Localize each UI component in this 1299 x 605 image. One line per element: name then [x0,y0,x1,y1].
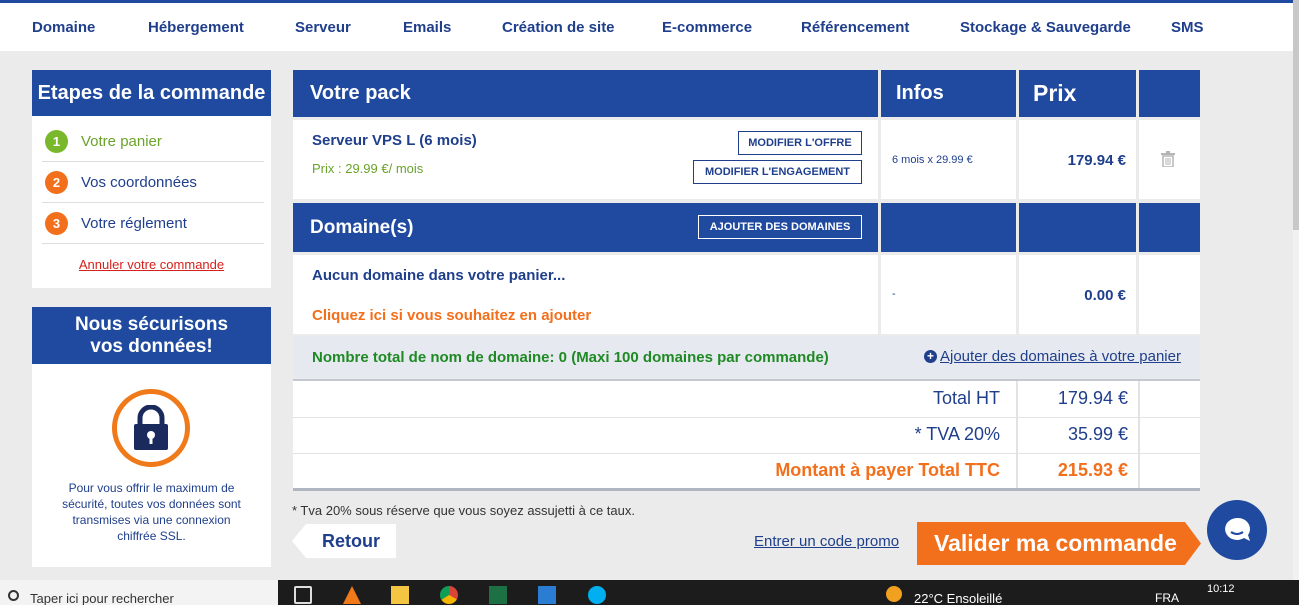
domains-info: - [892,288,896,300]
nav-domaine[interactable]: Domaine [32,19,95,36]
lock-icon [112,389,190,467]
step-payment: 3 Votre réglement [42,204,264,244]
language-indicator[interactable]: FRA [1155,591,1179,605]
trash-icon[interactable] [1161,151,1175,172]
page-scrollbar[interactable] [1293,0,1299,580]
pack-item-cell: Serveur VPS L (6 mois) Prix : 29.99 €/ m… [293,120,878,199]
domains-action-cell [1139,255,1200,334]
nav-serveur[interactable]: Serveur [295,19,351,36]
add-domain-prompt-link[interactable]: Cliquez ici si vous souhaitez en ajouter [312,307,591,324]
vscode-icon[interactable] [538,586,556,604]
top-navigation: Domaine Hébergement Serveur Emails Créat… [0,0,1293,51]
search-icon [8,590,19,601]
step-label: Votre réglement [81,215,187,232]
step-number: 3 [45,212,68,235]
domains-cell: Aucun domaine dans votre panier... Cliqu… [293,255,878,334]
tva-row: * TVA 20% 35.99 € [293,417,1200,453]
nav-referencement[interactable]: Référencement [801,19,909,36]
nav-ecommerce[interactable]: E-commerce [662,19,752,36]
nav-sms[interactable]: SMS [1171,19,1204,36]
domains-header-prix [1019,203,1136,252]
pack-price-line: Prix : 29.99 €/ mois [312,161,424,176]
step-number: 2 [45,171,68,194]
total-ht-value: 179.94 € [1057,388,1128,408]
total-ttc-value: 215.93 € [1057,460,1128,480]
nav-stockage-sauvegarde[interactable]: Stockage & Sauvegarde [960,19,1131,36]
security-panel: Nous sécurisons vos données! Pour vous of… [32,307,271,567]
validate-order-button[interactable]: Valider ma commande [917,522,1201,565]
pack-delete-cell [1139,120,1200,199]
add-domains-button[interactable]: AJOUTER DES DOMAINES [698,215,862,239]
total-ht-label: Total HT [932,388,1000,408]
nav-creation-site[interactable]: Création de site [502,19,615,36]
infos-header: Infos [881,70,1016,117]
order-steps-panel: Etapes de la commande 1 Votre panier 2 V… [32,70,271,288]
task-view-icon[interactable] [294,586,312,604]
domains-header-action [1139,203,1200,252]
back-button[interactable]: Retour [292,524,396,558]
step-label: Votre panier [81,133,162,150]
domain-count-text: Nombre total de nom de domaine: 0 (Maxi … [312,349,829,366]
nav-emails[interactable]: Emails [403,19,451,36]
tva-label: * TVA 20% [914,424,1000,444]
step-details: 2 Vos coordonnées [42,163,264,203]
windows-taskbar: Taper ici pour rechercher 22°C Ensoleill… [0,580,1299,605]
total-ttc-row: Montant à payer Total TTC 215.93 € [293,453,1200,489]
security-title-line1: Nous sécurisons [74,313,229,335]
pack-price-cell: 179.94 € [1019,120,1136,199]
plus-circle-icon: + [924,350,937,363]
prix-header: Prix [1019,70,1136,117]
total-ht-row: Total HT 179.94 € [293,381,1200,417]
promo-code-link[interactable]: Entrer un code promo [754,533,899,550]
no-domain-text: Aucun domaine dans votre panier... [312,267,566,284]
weather-text[interactable]: 22°C Ensoleillé [914,591,1002,605]
domains-info-cell: - [881,255,1016,334]
security-text: Pour vous offrir le maximum de sécurité,… [62,481,241,543]
total-ttc-label: Montant à payer Total TTC [775,460,1000,480]
excel-icon[interactable] [489,586,507,604]
domains-header: Domaine(s) AJOUTER DES DOMAINES [293,203,878,252]
cancel-order-link[interactable]: Annuler votre commande [32,257,271,272]
tva-footnote: * Tva 20% sous réserve que vous soyez as… [292,503,635,518]
folder-icon[interactable] [391,586,409,604]
domains-header-infos [881,203,1016,252]
pack-name: Serveur VPS L (6 mois) [312,132,477,149]
add-domains-link[interactable]: + Ajouter des domaines à votre panier [924,348,1181,365]
action-header [1139,70,1200,117]
modify-commitment-button[interactable]: MODIFIER L'ENGAGEMENT [693,160,862,184]
sun-icon [886,586,902,602]
domains-title: Domaine(s) [310,216,414,238]
totals-block: Total HT 179.94 € * TVA 20% 35.99 € Mont… [293,379,1200,491]
taskbar-search[interactable]: Taper ici pour rechercher [0,580,278,605]
security-title: Nous sécurisons vos données! [32,307,271,367]
modify-offer-button[interactable]: MODIFIER L'OFFRE [738,131,862,155]
step-cart: 1 Votre panier [42,122,264,162]
skype-icon[interactable] [588,586,606,604]
domains-price: 0.00 € [1084,287,1126,304]
nav-hebergement[interactable]: Hébergement [148,19,244,36]
step-label: Vos coordonnées [81,174,197,191]
add-domains-link-label: Ajouter des domaines à votre panier [940,348,1181,365]
pack-price: 179.94 € [1067,152,1126,169]
taskbar-search-text: Taper ici pour rechercher [30,591,174,605]
vlc-icon[interactable] [343,586,361,604]
order-steps-title: Etapes de la commande [32,70,271,119]
security-title-line2: vos données! [90,335,213,357]
domain-count-row: Nombre total de nom de domaine: 0 (Maxi … [293,336,1200,378]
chrome-icon[interactable] [440,586,458,604]
chat-icon[interactable] [1207,500,1267,560]
pack-header: Votre pack [293,70,878,117]
tva-value: 35.99 € [1067,424,1128,444]
step-number: 1 [45,130,68,153]
pack-info: 6 mois x 29.99 € [892,154,973,166]
domains-price-cell: 0.00 € [1019,255,1136,334]
scrollbar-thumb[interactable] [1293,0,1299,230]
pack-info-cell: 6 mois x 29.99 € [881,120,1016,199]
clock[interactable]: 10:12 [1207,583,1235,595]
